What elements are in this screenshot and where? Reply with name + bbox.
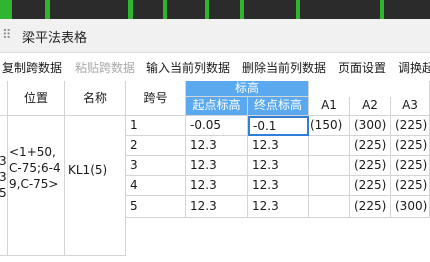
end-elevation-cell[interactable]: 12.3 <box>248 156 309 176</box>
span-number-cell[interactable]: 5 <box>126 196 186 218</box>
header-a1[interactable]: A1 <box>309 97 350 116</box>
start-elevation-cell[interactable]: 12.3 <box>186 176 248 196</box>
name-cell[interactable]: KL1(5) <box>65 116 126 256</box>
header-position[interactable]: 位置 <box>8 81 65 116</box>
green-block <box>163 0 167 19</box>
green-block <box>45 0 50 19</box>
a1-cell[interactable] <box>309 156 350 176</box>
row-header-corner <box>0 81 8 116</box>
header-name[interactable]: 名称 <box>65 81 126 116</box>
green-block <box>128 0 133 19</box>
a2-cell[interactable]: (225) <box>350 196 391 218</box>
header-a2[interactable]: A2 <box>350 97 391 116</box>
end-elevation-cell[interactable]: 12.3 <box>248 136 309 156</box>
position-cell[interactable]: <1+50,C-75;6-49,C-75> <box>8 116 65 256</box>
position-text: <1+50,C-75;6-49,C-75> <box>9 145 61 191</box>
a1-cell[interactable]: (150) <box>309 116 350 136</box>
clipped-text: 3 <box>0 169 7 185</box>
drag-handle-icon[interactable]: ⠿ <box>2 28 11 43</box>
panel-titlebar[interactable]: ⠿ 梁平法表格 <box>0 19 430 53</box>
clipped-text: 3 <box>0 153 7 169</box>
toolbar: 复制跨数据 粘贴跨数据 输入当前列数据 删除当前列数据 页面设置 调换起 <box>0 53 430 79</box>
a1-cell[interactable] <box>309 136 350 156</box>
green-block <box>296 0 300 19</box>
page-setup-button[interactable]: 页面设置 <box>338 59 386 76</box>
span-number-cell[interactable]: 4 <box>126 176 186 196</box>
beam-table: 位置 名称 跨号 标高 起点标高 终点标高 A1 A2 A3 3 3 5 <1+… <box>0 81 430 262</box>
a2-cell[interactable]: (225) <box>350 136 391 156</box>
a3-cell[interactable]: (225) <box>391 116 430 136</box>
header-elevation-group[interactable]: 标高 <box>186 81 309 97</box>
a3-cell[interactable]: (300) <box>391 196 430 218</box>
insert-column-data-button[interactable]: 输入当前列数据 <box>146 59 230 76</box>
a3-cell[interactable]: (225) <box>391 176 430 196</box>
copy-span-button[interactable]: 复制跨数据 <box>2 59 62 76</box>
a1-cell[interactable] <box>309 176 350 196</box>
header-blank <box>309 81 430 97</box>
header-start-elevation[interactable]: 起点标高 <box>186 97 248 116</box>
start-elevation-cell[interactable]: 12.3 <box>186 196 248 218</box>
clipped-column: 3 3 5 <box>0 116 8 256</box>
a2-cell[interactable]: (225) <box>350 156 391 176</box>
a3-cell[interactable]: (225) <box>391 156 430 176</box>
span-number-cell[interactable]: 3 <box>126 156 186 176</box>
green-block <box>240 0 244 19</box>
clipped-text: 5 <box>0 185 7 201</box>
end-elevation-cell[interactable]: 12.3 <box>248 176 309 196</box>
green-block <box>205 0 209 19</box>
a2-cell[interactable]: (225) <box>350 176 391 196</box>
header-end-elevation[interactable]: 终点标高 <box>248 97 309 116</box>
start-elevation-cell[interactable]: 12.3 <box>186 136 248 156</box>
swap-button[interactable]: 调换起 <box>398 59 430 76</box>
header-span-number[interactable]: 跨号 <box>126 81 186 116</box>
end-elevation-cell[interactable]: 12.3 <box>248 196 309 218</box>
green-block <box>0 0 12 19</box>
start-elevation-cell[interactable]: -0.05 <box>186 116 248 136</box>
a1-cell[interactable] <box>309 196 350 218</box>
paste-span-button[interactable]: 粘贴跨数据 <box>75 59 135 76</box>
name-text: KL1(5) <box>68 163 108 177</box>
a2-cell[interactable]: (300) <box>350 116 391 136</box>
span-number-cell[interactable]: 1 <box>126 116 186 136</box>
start-elevation-cell[interactable]: 12.3 <box>186 156 248 176</box>
delete-column-data-button[interactable]: 删除当前列数据 <box>242 59 326 76</box>
green-block <box>380 0 384 19</box>
end-elevation-cell-selected[interactable]: -0.1 <box>248 116 309 136</box>
span-number-cell[interactable]: 2 <box>126 136 186 156</box>
panel-title: 梁平法表格 <box>22 31 88 46</box>
header-a3[interactable]: A3 <box>391 97 430 116</box>
a3-cell[interactable]: (225) <box>391 136 430 156</box>
taskbar-strip <box>0 0 430 19</box>
